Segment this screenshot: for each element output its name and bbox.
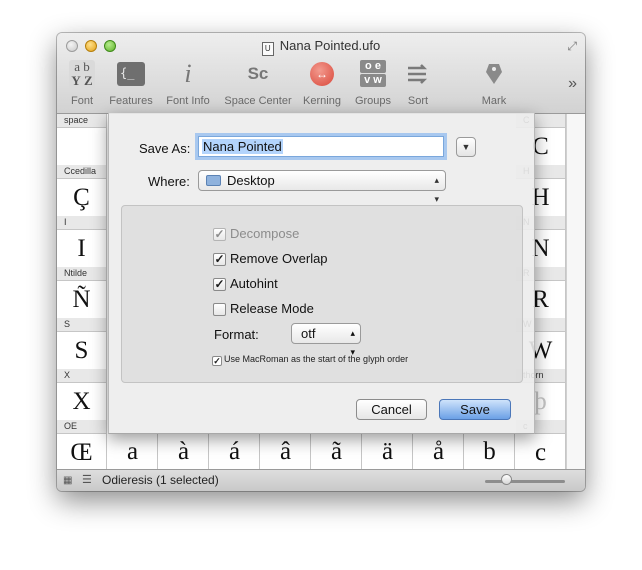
macroman-checkbox[interactable]: ✓ Use MacRoman as the start of the glyph … — [212, 354, 408, 366]
toolbar-features-label: Features — [109, 95, 153, 107]
toolbar-font-button[interactable]: a bY Z Font — [61, 60, 103, 108]
checkmark-icon: ✓ — [212, 356, 222, 366]
font-icon: a bY Z — [69, 60, 95, 90]
font-info-icon: i — [184, 59, 192, 88]
status-bar: ▦ ☰ Odieresis (1 selected) — [57, 469, 585, 491]
glyph-cell[interactable]: Ntilde Ñ — [57, 267, 107, 318]
toolbar-features-button[interactable]: {_ Features — [104, 60, 158, 108]
glyph-cell[interactable]: ã — [312, 433, 362, 470]
cancel-button[interactable]: Cancel — [356, 399, 427, 420]
glyph-cell[interactable]: XX — [57, 369, 107, 420]
toolbar-overflow-button[interactable]: » — [568, 75, 577, 93]
toolbar-mark-button[interactable]: Mark — [475, 60, 513, 108]
glyph-cell[interactable]: OE Œ — [57, 420, 107, 471]
toolbar-font-info-button[interactable]: i Font Info — [161, 60, 215, 108]
cell-size-slider-knob[interactable] — [501, 474, 512, 485]
toolbar-kerning-label: Kerning — [303, 95, 341, 107]
glyph-cell[interactable]: b — [465, 433, 515, 470]
document-icon: U — [261, 42, 274, 56]
save-sheet: Save As: Nana Pointed ▼ Where: Desktop ▴… — [108, 113, 535, 434]
fullscreen-icon[interactable]: ⤢ — [567, 39, 577, 54]
cell-size-slider[interactable] — [485, 480, 565, 483]
glyph-cell[interactable]: ä — [363, 433, 413, 470]
where-popup-button[interactable]: Desktop ▴ ▾ — [198, 170, 446, 204]
checkmark-icon: ✓ — [213, 277, 226, 291]
popup-arrows-icon: ▴ ▾ — [434, 175, 439, 204]
file-name-field[interactable]: Nana Pointed — [198, 136, 444, 157]
titlebar: U Nana Pointed.ufo ⤢ a bY Z Font {_ Featu… — [57, 33, 585, 114]
folder-icon — [206, 175, 221, 186]
glyph-cell[interactable]: space — [57, 114, 107, 165]
selection-status: Odieresis (1 selected) — [102, 473, 219, 487]
glyph-cell[interactable]: a — [108, 433, 158, 470]
space-center-icon: Sc — [247, 64, 269, 83]
format-popup-button[interactable]: otf ▴ ▾ — [291, 323, 361, 357]
toolbar-groups-button[interactable]: o e v w Groups — [350, 60, 396, 108]
window-title-text: Nana Pointed.ufo — [279, 38, 381, 53]
toolbar-kerning-button[interactable]: ↔ Kerning — [297, 60, 347, 108]
format-value: otf — [301, 326, 316, 341]
window-title: U Nana Pointed.ufo — [57, 38, 585, 56]
features-icon: {_ — [117, 62, 145, 86]
glyph-cell[interactable]: Ccedilla Ç — [57, 165, 107, 216]
where-label: Where: — [148, 174, 190, 189]
save-button[interactable]: Save — [439, 399, 511, 420]
glyph-cell[interactable]: â — [261, 433, 311, 470]
checkmark-icon: ✓ — [213, 252, 226, 266]
checkmark-icon: ✓ — [213, 227, 226, 241]
toolbar-mark-label: Mark — [481, 95, 507, 107]
sort-icon — [404, 60, 432, 88]
list-view-icon[interactable]: ☰ — [82, 473, 92, 486]
kerning-icon: ↔ — [310, 62, 334, 86]
grid-view-icon[interactable]: ▦ — [63, 475, 72, 486]
vertical-scrollbar[interactable] — [566, 114, 585, 470]
toolbar-sort-label: Sort — [407, 95, 429, 107]
toolbar-font-label: Font — [70, 95, 93, 107]
groups-icon: o e v w — [360, 60, 386, 88]
toolbar-groups-label: Groups — [354, 95, 392, 107]
where-value: Desktop — [227, 173, 275, 188]
toolbar-space-center-button[interactable]: Sc Space Center — [220, 60, 296, 108]
toolbar-space-center-label: Space Center — [224, 95, 292, 107]
toolbar-font-info-label: Font Info — [166, 95, 210, 107]
glyph-cell[interactable]: å — [414, 433, 464, 470]
glyph-cell[interactable]: á — [210, 433, 260, 470]
glyph-cell[interactable]: SS — [57, 318, 107, 369]
toolbar-sort-button[interactable]: Sort — [399, 60, 437, 108]
glyph-cell[interactable]: II — [57, 216, 107, 267]
expand-browser-button[interactable]: ▼ — [456, 137, 476, 157]
format-label: Format: — [214, 327, 259, 342]
chevron-down-icon: ▼ — [461, 142, 471, 152]
save-as-label: Save As: — [139, 141, 191, 156]
glyph-cell[interactable]: à — [159, 433, 209, 470]
mark-icon — [480, 60, 508, 88]
